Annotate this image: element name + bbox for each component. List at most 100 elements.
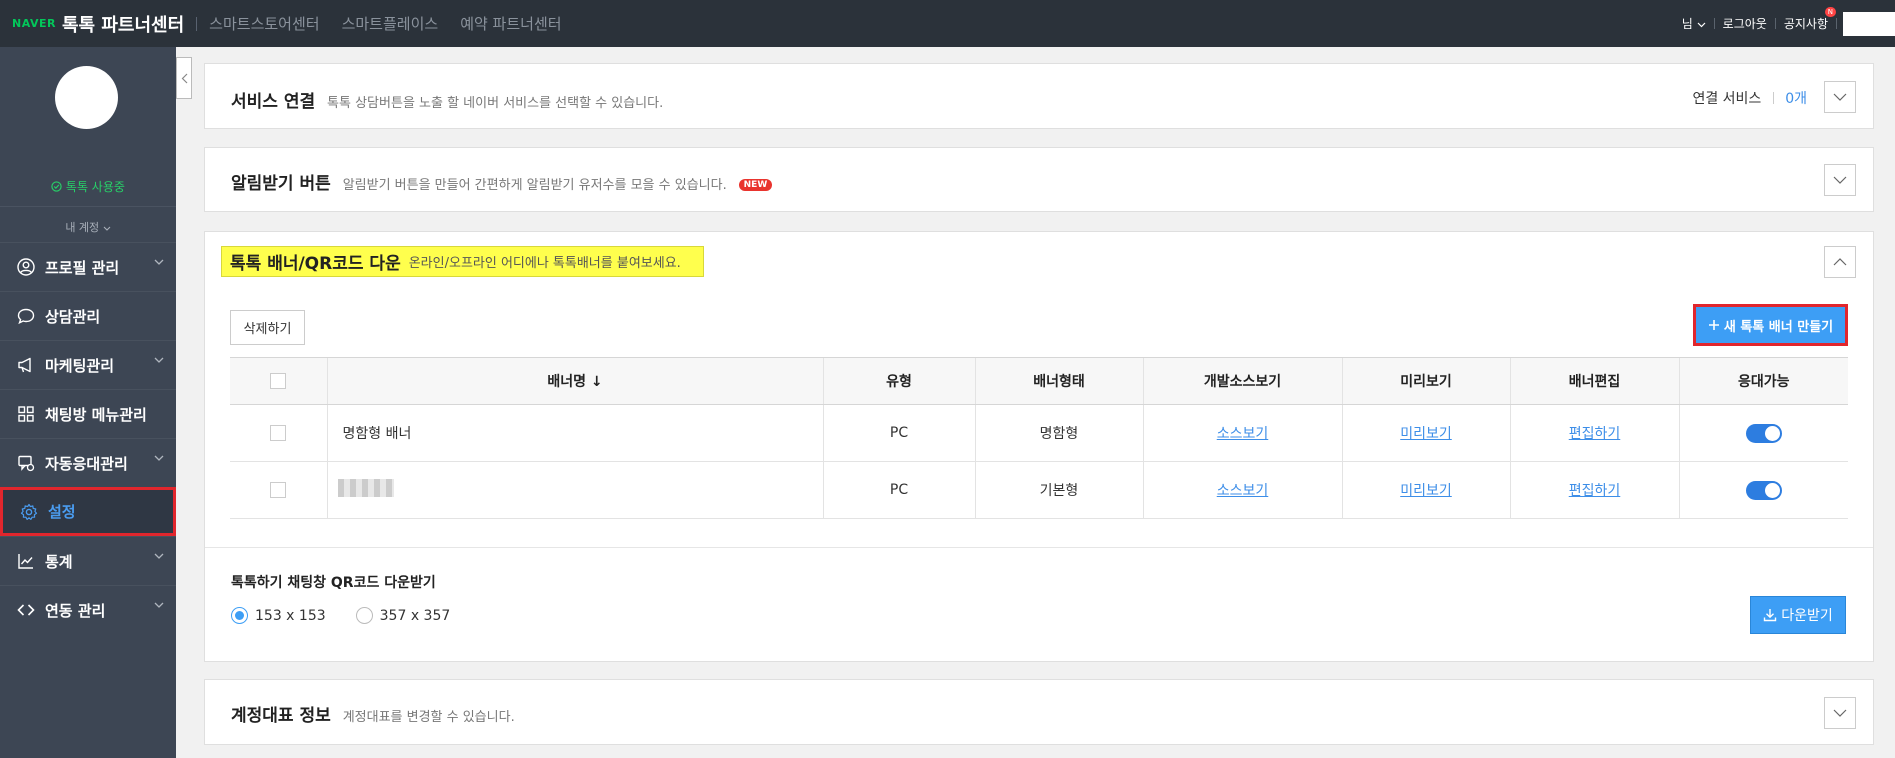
masked-area	[1843, 11, 1895, 36]
expand-button[interactable]	[1824, 81, 1856, 113]
connected-services-label: 연결 서비스	[1692, 91, 1762, 107]
account-rep-desc: 계정대표를 변경할 수 있습니다.	[342, 710, 515, 725]
sidebar-item-consult[interactable]: 상담관리	[0, 291, 176, 340]
column-header-name[interactable]: 배너명 ↓	[326, 357, 823, 405]
link-smartplace[interactable]: 스마트플레이스	[342, 13, 439, 34]
logout-link[interactable]: 로그아웃	[1715, 15, 1775, 32]
column-header-type: 유형	[822, 357, 975, 405]
status-indicator: 톡톡 사용중	[0, 178, 176, 195]
column-header-enabled: 응대가능	[1678, 357, 1848, 405]
plus-icon	[1708, 320, 1719, 330]
panel-title: 서비스 연결 톡톡 상담버튼을 노출 할 네이버 서비스를 선택할 수 있습니다…	[231, 87, 663, 112]
qr-size-options: 153 x 153 357 x 357	[231, 607, 450, 624]
account-rep-title: 계정대표 정보	[231, 706, 331, 726]
qr-title: 톡톡하기 채팅창 QR코드 다운받기	[231, 575, 436, 591]
enabled-toggle[interactable]	[1745, 423, 1782, 443]
column-header-preview: 미리보기	[1341, 357, 1510, 405]
panel-title: 계정대표 정보 계정대표를 변경할 수 있습니다.	[231, 701, 515, 726]
sidebar-item-settings[interactable]: 설정	[0, 487, 176, 536]
notice-link[interactable]: 공지사항 N	[1776, 7, 1836, 32]
source-cell: 소스보기	[1142, 404, 1342, 462]
chevron-down-icon	[154, 553, 164, 559]
sidebar-item-label: 상담관리	[45, 307, 101, 326]
chevron-down-icon	[1697, 22, 1706, 28]
divider	[196, 16, 198, 31]
link-reservation[interactable]: 예약 파트너센터	[460, 13, 561, 34]
qr-size-radio-153[interactable]	[231, 607, 248, 624]
chevron-down-icon	[154, 455, 164, 461]
my-account-label: 내 계정	[65, 221, 100, 234]
connected-services: 연결 서비스 0개	[1692, 88, 1807, 108]
banner-qr-panel: 톡톡 배너/QR코드 다운 온라인/오프라인 어디에나 톡톡배너를 붙여보세요.…	[204, 231, 1874, 662]
banner-title-highlight: 톡톡 배너/QR코드 다운 온라인/오프라인 어디에나 톡톡배너를 붙여보세요.	[221, 246, 704, 277]
chevron-up-icon	[1833, 258, 1847, 266]
sidebar-item-label: 채팅방 메뉴관리	[45, 405, 147, 424]
download-icon	[1764, 609, 1777, 622]
expand-button[interactable]	[1824, 164, 1856, 196]
banner-title: 톡톡 배너/QR코드 다운	[230, 254, 401, 274]
brand-title: 톡톡 파트너센터	[61, 14, 185, 36]
megaphone-icon	[15, 356, 37, 374]
sidebar-item-profile[interactable]: 프로필 관리	[0, 242, 176, 291]
sidebar-item-integration[interactable]: 연동 관리	[0, 585, 176, 634]
new-badge: NEW	[738, 179, 773, 191]
user-name: 님	[1681, 17, 1693, 31]
sidebar-item-chat-menu[interactable]: 채팅방 메뉴관리	[0, 389, 176, 438]
service-connection-panel: 서비스 연결 톡톡 상담버튼을 노출 할 네이버 서비스를 선택할 수 있습니다…	[204, 63, 1874, 129]
chevron-down-icon	[1833, 93, 1847, 101]
column-header-form: 배너형태	[974, 357, 1143, 405]
banner-form: 명함형	[974, 404, 1143, 462]
table-row: PC 기본형 소스보기 미리보기 편집하기	[230, 461, 1848, 519]
collapse-button[interactable]	[1824, 246, 1856, 278]
sidebar-item-auto-reply[interactable]: 자동응대관리	[0, 438, 176, 487]
row-checkbox[interactable]	[270, 482, 287, 498]
edit-link[interactable]: 편집하기	[1569, 426, 1621, 442]
sidebar-item-stats[interactable]: 통계	[0, 536, 176, 585]
service-desc: 톡톡 상담버튼을 노출 할 네이버 서비스를 선택할 수 있습니다.	[327, 96, 664, 111]
banner-table: 배너명 ↓ 유형 배너형태 개발소스보기 미리보기 배너편집 응대가능 명함형 …	[230, 357, 1848, 519]
sidebar-item-marketing[interactable]: 마케팅관리	[0, 340, 176, 389]
user-menu[interactable]: 님	[1674, 15, 1714, 32]
sidebar-collapse-button[interactable]	[176, 57, 192, 99]
avatar	[55, 66, 118, 129]
enabled-toggle[interactable]	[1745, 480, 1782, 500]
preview-link[interactable]: 미리보기	[1400, 483, 1452, 499]
code-icon	[15, 601, 37, 619]
select-all-checkbox[interactable]	[270, 373, 287, 389]
my-account-toggle[interactable]: 내 계정	[0, 219, 176, 235]
chevron-left-icon	[181, 73, 187, 83]
notify-title: 알림받기 버튼	[231, 174, 331, 194]
toggle-knob	[1764, 425, 1780, 441]
column-header-edit: 배너편집	[1509, 357, 1679, 405]
banner-name-cell	[326, 461, 823, 519]
row-checkbox-cell	[230, 461, 327, 519]
column-header-source: 개발소스보기	[1142, 357, 1342, 405]
logo[interactable]: NAVER 톡톡 파트너센터	[12, 11, 184, 37]
view-source-link[interactable]: 소스보기	[1217, 483, 1269, 499]
qr-size-radio-357[interactable]	[355, 607, 373, 624]
edit-link[interactable]: 편집하기	[1569, 483, 1621, 499]
blurred-banner-name	[337, 479, 394, 497]
expand-button[interactable]	[1824, 697, 1856, 729]
delete-button[interactable]: 삭제하기	[230, 310, 305, 345]
preview-link[interactable]: 미리보기	[1400, 426, 1452, 442]
sidebar-item-label: 프로필 관리	[45, 258, 120, 277]
link-smartstore[interactable]: 스마트스토어센터	[209, 13, 319, 34]
chevron-down-icon	[154, 602, 164, 608]
service-title: 서비스 연결	[231, 92, 316, 112]
select-all-cell	[230, 357, 327, 405]
table-header-row: 배너명 ↓ 유형 배너형태 개발소스보기 미리보기 배너편집 응대가능	[230, 357, 1848, 405]
qr-size-label-153: 153 x 153	[255, 607, 326, 624]
source-cell: 소스보기	[1142, 461, 1342, 519]
notify-button-panel: 알림받기 버튼 알림받기 버튼을 만들어 간편하게 알림받기 유저수를 모을 수…	[204, 147, 1874, 212]
banner-form: 기본형	[974, 461, 1143, 519]
preview-cell: 미리보기	[1341, 461, 1510, 519]
grid-icon	[15, 405, 37, 423]
toggle-knob	[1764, 482, 1780, 498]
new-banner-button[interactable]: 새 톡톡 배너 만들기	[1693, 304, 1848, 346]
sidebar: 톡톡 사용중 내 계정 프로필 관리 상담관리 마케팅관리 채팅방 메뉴관리 자…	[0, 47, 176, 758]
view-source-link[interactable]: 소스보기	[1217, 426, 1269, 442]
row-checkbox[interactable]	[270, 425, 287, 441]
divider	[1836, 18, 1837, 29]
download-button[interactable]: 다운받기	[1750, 596, 1846, 634]
